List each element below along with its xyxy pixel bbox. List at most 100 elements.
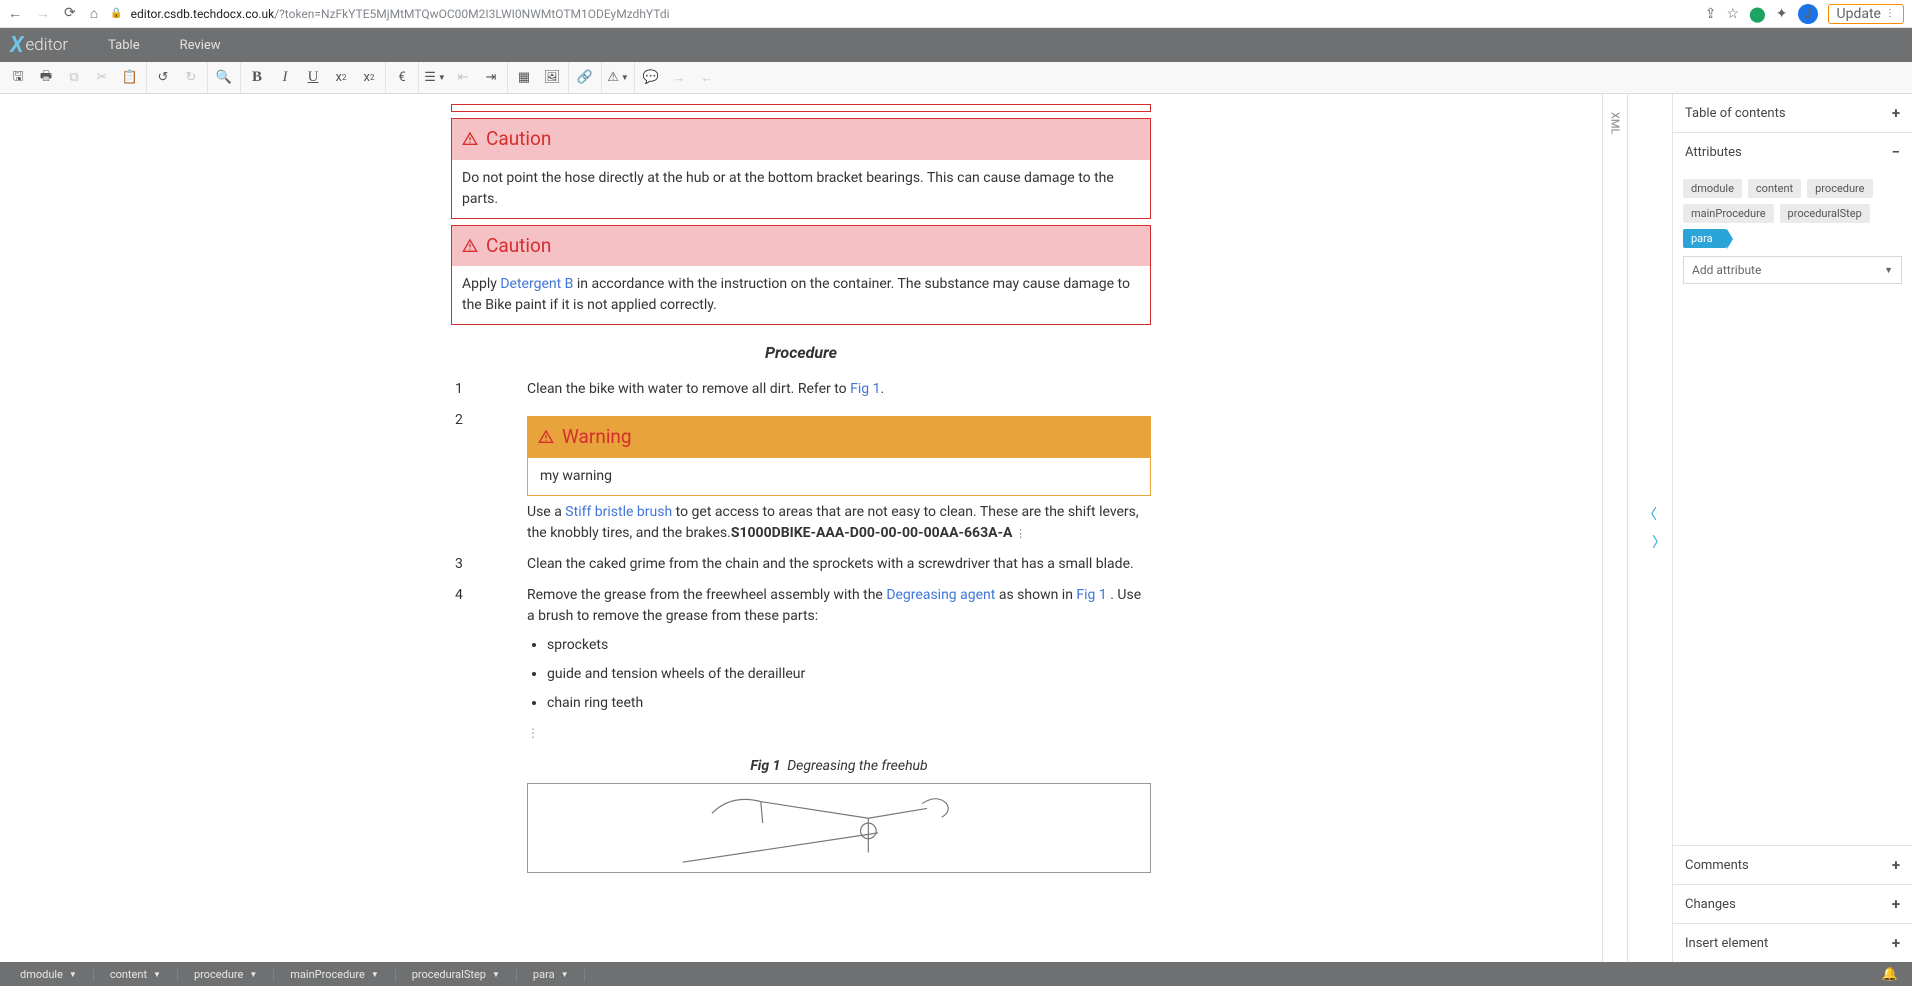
- link-icon[interactable]: 🔗: [571, 64, 599, 92]
- caution-box-1[interactable]: Caution Do not point the hose directly a…: [451, 118, 1151, 219]
- toolbar: 🖫 🖶 ⧉ ✂ 📋 ↺ ↻ 🔍 B I U x2 x2 € ☰▼ ⇤ ⇥ ▦ 🖼…: [0, 62, 1912, 94]
- comments-panel-header[interactable]: Comments+: [1673, 846, 1912, 884]
- menu-table[interactable]: Table: [108, 38, 139, 53]
- attributes-panel-header[interactable]: Attributes−: [1673, 133, 1912, 171]
- breadcrumb-tag[interactable]: content: [1748, 179, 1801, 198]
- notifications-icon[interactable]: 🔔: [1872, 967, 1908, 982]
- add-attribute-dropdown[interactable]: Add attribute▼: [1683, 256, 1902, 284]
- breadcrumb-tag[interactable]: dmodule: [1683, 179, 1742, 198]
- plus-icon[interactable]: +: [1892, 856, 1900, 874]
- procedural-step[interactable]: 1 Clean the bike with water to remove al…: [451, 379, 1151, 400]
- bookmark-icon[interactable]: ☆: [1726, 6, 1739, 22]
- toc-panel-header[interactable]: Table of contents+: [1673, 94, 1912, 132]
- changes-panel-header[interactable]: Changes+: [1673, 885, 1912, 923]
- caution-box-2[interactable]: Caution Apply Detergent B in accordance …: [451, 225, 1151, 326]
- breadcrumb-tag[interactable]: mainProcedure: [1683, 204, 1774, 223]
- cut-icon: ✂: [88, 64, 116, 92]
- fig-link[interactable]: Fig 1: [1076, 587, 1106, 603]
- warning-box[interactable]: Warning my warning: [527, 416, 1151, 496]
- lock-icon: 🔒: [110, 8, 122, 19]
- forward-icon[interactable]: →: [36, 5, 50, 22]
- panel-nav: 〈 〉: [1628, 94, 1672, 962]
- list-item[interactable]: sprockets: [547, 635, 1151, 656]
- outdent-icon: ⇤: [449, 64, 477, 92]
- back-icon[interactable]: ←: [8, 5, 22, 22]
- xml-tab[interactable]: XML: [1602, 94, 1628, 962]
- breadcrumb-tag[interactable]: procedure: [1807, 179, 1872, 198]
- brush-link[interactable]: Stiff bristle brush: [565, 504, 672, 520]
- breadcrumb-tag-active[interactable]: para: [1683, 229, 1727, 248]
- bottom-breadcrumb: dmodule▼ content▼ procedure▼ mainProcedu…: [0, 962, 1912, 986]
- share-icon[interactable]: ⇪: [1705, 6, 1717, 22]
- image-icon[interactable]: 🖼: [538, 64, 566, 92]
- copy-icon: ⧉: [60, 64, 88, 92]
- drag-handle-icon[interactable]: ⋮: [527, 724, 1151, 742]
- list-item[interactable]: chain ring teeth: [547, 693, 1151, 714]
- breadcrumb-item[interactable]: dmodule▼: [4, 968, 94, 981]
- procedural-step[interactable]: 4 Remove the grease from the freewheel a…: [451, 585, 1151, 873]
- figure-image[interactable]: [527, 783, 1151, 873]
- app-logo[interactable]: Xeditor: [10, 33, 68, 58]
- breadcrumb-item[interactable]: para▼: [517, 968, 586, 981]
- symbol-icon[interactable]: €: [388, 64, 416, 92]
- chevron-down-icon: ▼: [1884, 265, 1893, 276]
- undo-icon[interactable]: ↺: [149, 64, 177, 92]
- app-header: Xeditor Table Review: [0, 28, 1912, 62]
- redo-icon: ↻: [177, 64, 205, 92]
- chevron-right-icon[interactable]: 〉: [1648, 528, 1670, 556]
- breadcrumb-item[interactable]: procedure▼: [178, 968, 274, 981]
- right-panel: Table of contents+ Attributes− dmodule c…: [1672, 94, 1912, 962]
- editor-area[interactable]: Caution Do not point the hose directly a…: [0, 94, 1602, 962]
- paste-icon[interactable]: 📋: [116, 64, 144, 92]
- save-icon[interactable]: 🖫: [4, 64, 32, 92]
- plus-icon[interactable]: +: [1892, 934, 1900, 952]
- breadcrumb-item[interactable]: mainProcedure▼: [274, 968, 395, 981]
- minus-icon[interactable]: −: [1892, 143, 1900, 161]
- browser-chrome: ← → ⟳ ⌂ 🔒 editor.csdb.techdocx.co.uk/?to…: [0, 0, 1912, 28]
- italic-icon[interactable]: I: [271, 64, 299, 92]
- procedure-heading: Procedure: [451, 341, 1151, 365]
- degreasing-link[interactable]: Degreasing agent: [886, 587, 995, 603]
- home-icon[interactable]: ⌂: [90, 5, 98, 22]
- plus-icon[interactable]: +: [1892, 895, 1900, 913]
- comment-icon[interactable]: 💬: [637, 64, 665, 92]
- address-bar[interactable]: 🔒 editor.csdb.techdocx.co.uk/?token=NzFk…: [110, 7, 1693, 21]
- update-button[interactable]: Update ⋮: [1828, 4, 1904, 24]
- profile-avatar[interactable]: J: [1798, 4, 1818, 24]
- procedural-step[interactable]: 3 Clean the caked grime from the chain a…: [451, 554, 1151, 575]
- truncated-admonition[interactable]: [451, 104, 1151, 112]
- caution-body[interactable]: Apply Detergent B in accordance with the…: [452, 266, 1150, 324]
- breadcrumb-item[interactable]: content▼: [94, 968, 178, 981]
- warning-triangle-icon: [462, 238, 478, 254]
- chevron-left-icon[interactable]: 〈: [1639, 500, 1661, 528]
- extension1-icon[interactable]: ⬤: [1749, 5, 1766, 23]
- next-comment-icon: →: [665, 64, 693, 92]
- print-icon[interactable]: 🖶: [32, 64, 60, 92]
- list-item[interactable]: guide and tension wheels of the deraille…: [547, 664, 1151, 685]
- table-icon[interactable]: ▦: [510, 64, 538, 92]
- dm-code[interactable]: S1000DBIKE-AAA-D00-00-00-00AA-663A-A: [731, 525, 1013, 541]
- search-icon[interactable]: 🔍: [210, 64, 238, 92]
- detergent-link[interactable]: Detergent B: [500, 276, 573, 292]
- fig-link[interactable]: Fig 1: [850, 381, 880, 397]
- prev-comment-icon: ←: [693, 64, 721, 92]
- insert-element-panel-header[interactable]: Insert element+: [1673, 924, 1912, 962]
- bold-icon[interactable]: B: [243, 64, 271, 92]
- procedural-step[interactable]: 2 Warning my warning Use a Stiff bristle…: [451, 410, 1151, 544]
- extensions-icon[interactable]: ✦: [1776, 6, 1788, 22]
- warning-triangle-icon: [462, 131, 478, 147]
- superscript-icon[interactable]: x2: [355, 64, 383, 92]
- subscript-icon[interactable]: x2: [327, 64, 355, 92]
- indent-icon[interactable]: ⇥: [477, 64, 505, 92]
- breadcrumb-item[interactable]: proceduralStep▼: [396, 968, 517, 981]
- list-icon[interactable]: ☰▼: [421, 64, 449, 92]
- figure-caption[interactable]: Fig 1 Degreasing the freehub: [527, 756, 1151, 777]
- menu-review[interactable]: Review: [180, 38, 221, 53]
- caution-body[interactable]: Do not point the hose directly at the hu…: [452, 160, 1150, 218]
- underline-icon[interactable]: U: [299, 64, 327, 92]
- breadcrumb-tag[interactable]: proceduralStep: [1780, 204, 1870, 223]
- reload-icon[interactable]: ⟳: [64, 5, 76, 22]
- admonition-icon[interactable]: ⚠▼: [604, 64, 632, 92]
- warning-triangle-icon: [538, 429, 554, 445]
- plus-icon[interactable]: +: [1892, 104, 1900, 122]
